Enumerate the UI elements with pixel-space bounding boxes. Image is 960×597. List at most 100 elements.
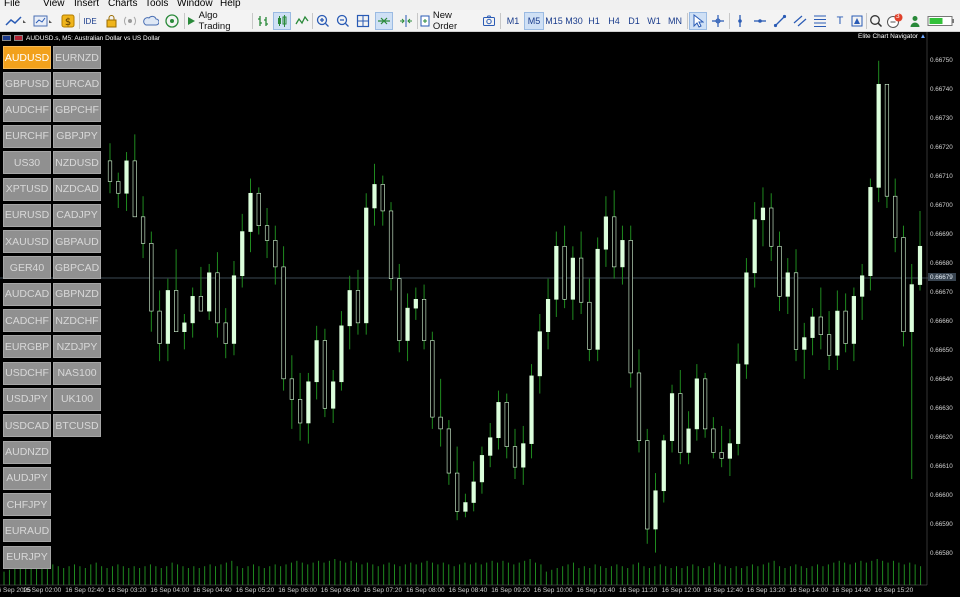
menu-insert[interactable]: Insert <box>74 0 99 9</box>
timeframe-m15[interactable]: M15 <box>545 12 563 30</box>
symbol-button-eurchf[interactable]: EURCHF <box>3 124 51 148</box>
timeframe-d1[interactable]: D1 <box>625 12 643 30</box>
symbol-button-audchf[interactable]: AUDCHF <box>3 98 51 122</box>
symbol-button-usdjpy[interactable]: USDJPY <box>3 387 51 411</box>
line-chart-icon[interactable] <box>294 12 310 30</box>
cursor-icon[interactable] <box>689 12 707 30</box>
symbol-button-eurgbp[interactable]: EURGBP <box>3 335 51 359</box>
dollar-icon[interactable]: $ <box>60 12 76 30</box>
symbol-button-gbpnzd[interactable]: GBPNZD <box>53 282 101 306</box>
symbol-button-gbpusd[interactable]: GBPUSD <box>3 72 51 96</box>
symbol-button-eurnzd[interactable]: EURNZD <box>53 46 101 69</box>
account-icon[interactable] <box>907 12 923 30</box>
symbol-button-nzdcad[interactable]: NZDCAD <box>53 177 101 201</box>
market-icon[interactable] <box>163 12 181 30</box>
new-chart-icon[interactable] <box>3 12 29 30</box>
menu-help[interactable]: Help <box>220 0 241 9</box>
timeframe-m1[interactable]: M1 <box>503 12 523 30</box>
candle-body <box>240 231 245 277</box>
timeframe-mn[interactable]: MN <box>665 12 685 30</box>
chart-shift-icon[interactable] <box>397 12 415 30</box>
ide-icon[interactable]: IDE <box>82 12 98 30</box>
menu-tools[interactable]: Tools <box>145 0 168 9</box>
signals-icon[interactable] <box>122 12 138 30</box>
volume-histogram <box>3 559 922 585</box>
candle-body <box>215 272 220 324</box>
tile-windows-icon[interactable] <box>355 12 371 30</box>
new-order-icon <box>420 15 430 27</box>
candle-body <box>545 299 551 332</box>
symbol-button-eurusd[interactable]: EURUSD <box>3 203 51 227</box>
vps-cloud-icon[interactable] <box>142 12 160 30</box>
menu-view[interactable]: View <box>43 0 65 9</box>
symbol-button-usdchf[interactable]: USDCHF <box>3 361 51 385</box>
timeframe-h1[interactable]: H1 <box>585 12 603 30</box>
timeframe-h4[interactable]: H4 <box>605 12 623 30</box>
shapes-icon[interactable] <box>849 12 865 30</box>
menu-charts[interactable]: Charts <box>108 0 137 9</box>
symbol-button-nzdchf[interactable]: NZDCHF <box>53 309 101 332</box>
fibonacci-icon[interactable] <box>811 12 829 30</box>
symbol-button-xauusd[interactable]: XAUUSD <box>3 230 51 254</box>
new-order-button[interactable]: New Order <box>420 10 478 32</box>
lock-icon[interactable] <box>103 12 119 30</box>
symbol-button-gbpcad[interactable]: GBPCAD <box>53 256 101 280</box>
zoom-in-icon[interactable] <box>315 12 331 30</box>
candle-body <box>124 160 129 194</box>
algo-trading-button[interactable]: Algo Trading <box>186 10 250 32</box>
symbol-button-gbpjpy[interactable]: GBPJPY <box>53 124 101 148</box>
time-tick-label: 16 Sep 02:00 <box>22 587 62 594</box>
timeframe-w1[interactable]: W1 <box>645 12 663 30</box>
symbol-button-nzdjpy[interactable]: NZDJPY <box>53 335 101 359</box>
symbol-button-chfjpy[interactable]: CHFJPY <box>3 493 51 517</box>
notifications-icon[interactable]: 3 <box>886 12 904 30</box>
price-tick-label: 0.66590 <box>930 521 953 528</box>
symbol-button-nas100[interactable]: NAS100 <box>53 361 101 385</box>
symbol-button-ger40[interactable]: GER40 <box>3 256 51 280</box>
auto-scroll-icon[interactable] <box>375 12 393 30</box>
menu-window[interactable]: Window <box>177 0 213 9</box>
candle-body <box>438 416 443 430</box>
profiles-icon[interactable] <box>32 12 56 30</box>
terminal-window: File View Insert Charts Tools Window Hel… <box>0 0 960 597</box>
symbol-button-eurjpy[interactable]: EURJPY <box>3 545 51 569</box>
crosshair-icon[interactable] <box>709 12 727 30</box>
horizontal-line-icon[interactable] <box>751 12 769 30</box>
candlesticks-icon[interactable] <box>273 12 291 30</box>
zoom-out-icon[interactable] <box>335 12 351 30</box>
symbol-button-gbpchf[interactable]: GBPCHF <box>53 98 101 122</box>
equidistant-channel-icon[interactable] <box>791 12 809 30</box>
candlestick-chart[interactable] <box>0 32 960 597</box>
symbol-button-audcad[interactable]: AUDCAD <box>3 282 51 306</box>
symbol-button-usdcad[interactable]: USDCAD <box>3 414 51 438</box>
trendline-icon[interactable] <box>771 12 789 30</box>
timeframe-m30[interactable]: M30 <box>564 12 584 30</box>
screenshot-icon[interactable] <box>481 12 497 30</box>
symbol-button-eurcad[interactable]: EURCAD <box>53 72 101 96</box>
menu-file[interactable]: File <box>4 0 20 9</box>
price-chart[interactable]: AUDUSD.s, M5: Australian Dollar vs US Do… <box>0 32 960 597</box>
symbol-button-nzdusd[interactable]: NZDUSD <box>53 151 101 175</box>
time-tick-label: 16 Sep 13:20 <box>746 587 786 594</box>
vertical-line-icon[interactable] <box>731 12 749 30</box>
candle-body <box>455 472 460 512</box>
symbol-button-xptusd[interactable]: XPTUSD <box>3 177 51 201</box>
price-tick-label: 0.66720 <box>930 144 953 151</box>
symbol-button-cadjpy[interactable]: CADJPY <box>53 203 101 227</box>
candle-body <box>826 334 832 356</box>
symbol-button-cadchf[interactable]: CADCHF <box>3 309 51 332</box>
symbol-button-audusd[interactable]: AUDUSD <box>3 46 51 69</box>
symbol-button-gbpaud[interactable]: GBPAUD <box>53 230 101 254</box>
search-icon[interactable] <box>868 12 884 30</box>
candle-body <box>752 219 757 274</box>
symbol-button-audjpy[interactable]: AUDJPY <box>3 466 51 490</box>
symbol-button-btcusd[interactable]: BTCUSD <box>53 414 101 438</box>
candle-body <box>488 437 493 456</box>
timeframe-m5[interactable]: M5 <box>524 12 544 30</box>
symbol-button-uk100[interactable]: UK100 <box>53 387 101 411</box>
symbol-button-us30[interactable]: US30 <box>3 151 51 175</box>
symbol-button-audnzd[interactable]: AUDNZD <box>3 440 51 464</box>
text-tool-icon[interactable]: T <box>832 12 848 30</box>
symbol-button-euraud[interactable]: EURAUD <box>3 519 51 543</box>
bar-chart-icon[interactable] <box>255 12 271 30</box>
